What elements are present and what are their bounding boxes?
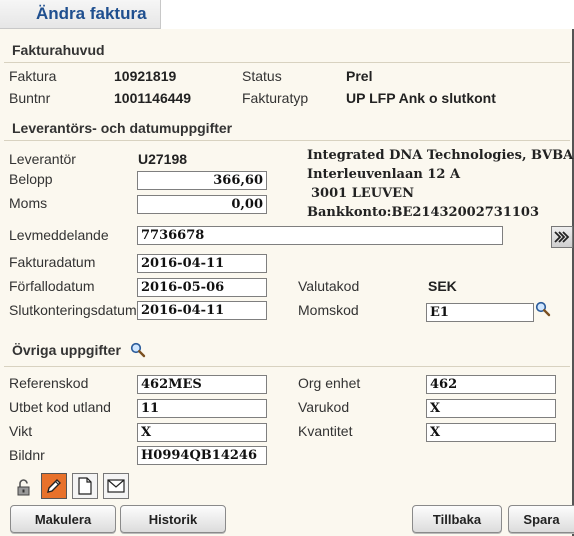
vikt-label: Vikt	[9, 423, 33, 439]
other-search-button[interactable]	[130, 342, 146, 358]
spara-button[interactable]: Spara	[508, 505, 574, 533]
document-button[interactable]	[72, 473, 98, 499]
divider	[4, 366, 570, 367]
levmeddelande-input[interactable]: 7736678	[137, 226, 503, 245]
levmeddelande-label: Levmeddelande	[9, 227, 109, 243]
momskod-search-button[interactable]	[535, 301, 551, 317]
section-title-other: Övriga uppgifter	[12, 342, 121, 358]
unlock-button[interactable]	[15, 478, 35, 498]
moms-input[interactable]: 0,00	[137, 195, 267, 214]
tillbaka-button[interactable]: Tillbaka	[412, 505, 502, 533]
referenskod-input[interactable]: 462MES	[137, 375, 267, 394]
page-title: Ändra faktura	[36, 4, 147, 23]
divider	[4, 62, 570, 63]
fakturatyp-value: UP LFP Ank o slutkont	[346, 90, 496, 106]
belopp-input[interactable]: 366,60	[137, 171, 267, 190]
pencil-icon	[47, 479, 61, 493]
slutkonteringsdatum-input[interactable]: 2016-04-11	[137, 301, 267, 320]
supplier-address-line2: 3001 LEUVEN	[311, 186, 414, 201]
varukod-label: Varukod	[298, 399, 350, 415]
kvantitet-input[interactable]: X	[426, 423, 556, 442]
buntnr-value: 1001146449	[114, 90, 192, 106]
momskod-label: Momskod	[298, 302, 359, 318]
moms-label: Moms	[9, 195, 48, 211]
magnifier-icon	[130, 342, 146, 358]
faktura-value: 10921819	[114, 68, 177, 84]
valutakod-value: SEK	[428, 278, 457, 294]
buntnr-label: Buntnr	[9, 90, 51, 106]
expand-button[interactable]	[551, 226, 573, 248]
belopp-label: Belopp	[9, 171, 53, 187]
window-title-tab: Ändra faktura	[0, 0, 161, 29]
kvantitet-label: Kvantitet	[298, 423, 353, 439]
supplier-name: Integrated DNA Technologies, BVBA	[307, 148, 574, 163]
slutkonteringsdatum-label: Slutkonteringsdatum	[9, 302, 137, 318]
section-title-supplier: Leverantörs- och datumuppgifter	[12, 120, 233, 136]
fakturadatum-label: Fakturadatum	[9, 254, 96, 270]
fakturatyp-label: Fakturatyp	[242, 90, 309, 106]
faktura-label: Faktura	[9, 68, 57, 84]
envelope-icon	[107, 479, 125, 493]
document-icon	[78, 477, 92, 495]
magnifier-icon	[535, 301, 551, 317]
section-title-header: Fakturahuvud	[12, 42, 105, 58]
mail-button[interactable]	[103, 473, 129, 499]
bildnr-label: Bildnr	[9, 447, 45, 463]
unlock-icon	[17, 479, 30, 496]
forfallodatum-label: Förfallodatum	[9, 278, 95, 294]
forfallodatum-input[interactable]: 2016-05-06	[137, 278, 267, 297]
divider	[4, 140, 570, 141]
leverantor-value: U27198	[138, 151, 188, 167]
utbet-kod-input[interactable]: 11	[137, 399, 267, 418]
fakturadatum-input[interactable]: 2016-04-11	[137, 254, 267, 273]
referenskod-label: Referenskod	[9, 375, 89, 391]
status-value: Prel	[346, 68, 373, 84]
vikt-input[interactable]: X	[137, 423, 267, 442]
historik-button[interactable]: Historik	[120, 505, 226, 533]
supplier-bank-account: Bankkonto:BE21432002731103	[307, 205, 540, 220]
edit-button[interactable]	[41, 473, 67, 499]
valutakod-label: Valutakod	[298, 278, 360, 294]
makulera-button[interactable]: Makulera	[10, 505, 116, 533]
org-enhet-input[interactable]: 462	[426, 375, 556, 394]
leverantor-label: Leverantör	[9, 151, 76, 167]
bildnr-input[interactable]: H0994QB14246	[137, 446, 267, 465]
supplier-address-line1: Interleuvenlaan 12 A	[307, 167, 461, 182]
double-chevron-icon	[554, 231, 570, 243]
varukod-input[interactable]: X	[426, 399, 556, 418]
utbet-kod-label: Utbet kod utland	[9, 399, 111, 415]
org-enhet-label: Org enhet	[298, 375, 361, 391]
status-label: Status	[242, 68, 282, 84]
momskod-input[interactable]: E1	[426, 303, 534, 322]
